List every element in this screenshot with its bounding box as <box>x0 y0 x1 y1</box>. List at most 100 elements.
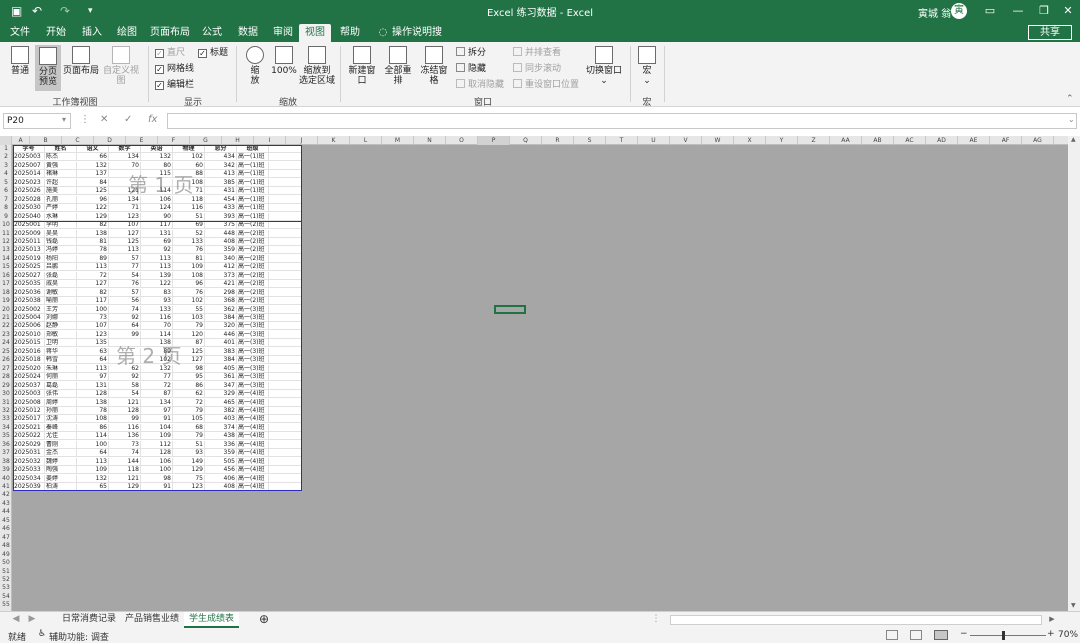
row-header[interactable]: 11 <box>0 230 12 238</box>
zoom-slider[interactable] <box>970 635 1046 636</box>
column-header[interactable]: D <box>94 136 126 145</box>
row-header[interactable]: 47 <box>0 534 12 542</box>
page-break-preview-icon[interactable] <box>934 630 948 640</box>
scroll-up-icon[interactable]: ▲ <box>1071 136 1076 143</box>
column-header[interactable]: H <box>222 136 254 145</box>
column-header[interactable]: C <box>62 136 94 145</box>
row-header[interactable]: 34 <box>0 424 12 432</box>
row-header[interactable]: 42 <box>0 491 12 499</box>
horizontal-scrollbar[interactable] <box>670 615 1042 625</box>
tab-insert[interactable]: 插入 <box>78 24 106 42</box>
column-header[interactable]: F <box>158 136 190 145</box>
drag-handle-icon[interactable]: ⋮ <box>80 114 90 125</box>
next-sheet-icon[interactable]: ▶ <box>26 612 38 628</box>
column-header[interactable]: AF <box>990 136 1022 145</box>
column-header[interactable]: V <box>670 136 702 145</box>
vertical-scrollbar[interactable]: ▲ ▼ <box>1068 136 1080 611</box>
selected-cell[interactable] <box>494 305 526 314</box>
switch-windows-button[interactable]: 切换窗口 ⌄ <box>585 46 623 86</box>
row-header[interactable]: 29 <box>0 382 12 390</box>
enter-icon[interactable]: ✓ <box>124 114 132 125</box>
row-header[interactable]: 40 <box>0 475 12 483</box>
column-header[interactable]: Y <box>766 136 798 145</box>
insert-function-icon[interactable]: fx <box>148 114 157 125</box>
row-header[interactable]: 30 <box>0 390 12 398</box>
tab-file[interactable]: 文件 <box>6 24 34 42</box>
row-header[interactable]: 52 <box>0 576 12 584</box>
tab-view[interactable]: 视图 <box>299 24 331 42</box>
sheet-tab-product-sales[interactable]: 产品销售业绩 <box>121 612 183 628</box>
row-header[interactable]: 3 <box>0 162 12 170</box>
row-header[interactable]: 32 <box>0 407 12 415</box>
row-header[interactable]: 39 <box>0 466 12 474</box>
row-header[interactable]: 19 <box>0 297 12 305</box>
column-header[interactable]: AB <box>862 136 894 145</box>
tab-split-handle-icon[interactable]: ⋮ <box>650 612 662 628</box>
row-header[interactable]: 51 <box>0 568 12 576</box>
worksheet-grid[interactable]: A B C D E F G H I J K L M N O P Q R S T U V W X Y Z AA AB AC AD AE AF AG… <box>0 136 1080 611</box>
row-header[interactable]: 12 <box>0 238 12 246</box>
row-header[interactable]: 54 <box>0 593 12 601</box>
column-header[interactable]: W <box>702 136 734 145</box>
row-header[interactable]: 35 <box>0 432 12 440</box>
row-header[interactable]: 23 <box>0 331 12 339</box>
tab-review[interactable]: 审阅 <box>269 24 297 42</box>
arrange-all-button[interactable]: 全部重排 <box>381 46 415 86</box>
column-header[interactable]: J <box>286 136 318 145</box>
zoom-in-icon[interactable]: + <box>1047 629 1055 639</box>
row-header[interactable]: 49 <box>0 551 12 559</box>
column-header[interactable]: O <box>446 136 478 145</box>
column-header[interactable]: I <box>254 136 286 145</box>
gridlines-checkbox[interactable]: ✓ 网格线 <box>155 63 194 75</box>
sheet-tab-daily-expenses[interactable]: 日常消费记录 <box>59 612 119 628</box>
split-button[interactable]: 拆分 <box>456 47 486 59</box>
row-header[interactable]: 13 <box>0 246 12 254</box>
user-name[interactable]: 寅城 翁 <box>918 5 951 20</box>
column-header[interactable]: R <box>542 136 574 145</box>
prev-sheet-icon[interactable]: ◀ <box>10 612 22 628</box>
synchronous-scrolling-button[interactable]: 同步滚动 <box>513 63 561 75</box>
tab-page-layout[interactable]: 页面布局 <box>150 24 190 42</box>
row-header[interactable]: 37 <box>0 449 12 457</box>
row-header[interactable]: 46 <box>0 525 12 533</box>
row-header[interactable]: 16 <box>0 272 12 280</box>
ribbon-display-icon[interactable]: ▭ <box>978 2 1002 20</box>
row-header[interactable]: 26 <box>0 356 12 364</box>
row-header[interactable]: 43 <box>0 500 12 508</box>
row-header[interactable]: 36 <box>0 441 12 449</box>
column-header[interactable]: AA <box>830 136 862 145</box>
tab-data[interactable]: 数据 <box>234 24 262 42</box>
scroll-right-icon[interactable]: ▶ <box>1046 612 1058 628</box>
row-header[interactable]: 22 <box>0 322 12 330</box>
column-header[interactable]: AC <box>894 136 926 145</box>
hide-button[interactable]: 隐藏 <box>456 63 486 75</box>
column-header[interactable]: M <box>382 136 414 145</box>
tell-me-search[interactable]: 操作说明搜索 <box>392 24 448 56</box>
ruler-checkbox[interactable]: ✓ 直尺 <box>155 47 185 59</box>
row-header[interactable]: 18 <box>0 289 12 297</box>
row-header[interactable]: 24 <box>0 339 12 347</box>
zoom-slider-thumb[interactable] <box>1002 631 1005 640</box>
row-header[interactable]: 21 <box>0 314 12 322</box>
row-header[interactable]: 15 <box>0 263 12 271</box>
freeze-panes-button[interactable]: 冻结窗格 <box>417 46 451 86</box>
row-header[interactable]: 9 <box>0 213 12 221</box>
avatar[interactable]: 寅 <box>951 3 967 19</box>
row-header[interactable]: 53 <box>0 584 12 592</box>
view-side-by-side-button[interactable]: 并排查看 <box>513 47 561 59</box>
row-header[interactable]: 28 <box>0 373 12 381</box>
page-layout-view-icon[interactable] <box>910 630 922 640</box>
sheet-tab-student-scores[interactable]: 学生成绩表 <box>184 612 239 628</box>
normal-view-button[interactable]: 普通 <box>6 46 34 76</box>
column-header[interactable]: N <box>414 136 446 145</box>
select-all-corner[interactable] <box>0 136 12 145</box>
column-header[interactable]: T <box>606 136 638 145</box>
scroll-down-icon[interactable]: ▼ <box>1071 602 1076 609</box>
collapse-ribbon-icon[interactable]: ⌃ <box>1066 94 1074 104</box>
new-window-button[interactable]: 新建窗口 <box>345 46 379 86</box>
expand-formula-bar-icon[interactable]: ⌄ <box>1068 115 1075 124</box>
row-header[interactable]: 45 <box>0 517 12 525</box>
column-header[interactable]: K <box>318 136 350 145</box>
column-header[interactable]: S <box>574 136 606 145</box>
row-header[interactable]: 6 <box>0 187 12 195</box>
